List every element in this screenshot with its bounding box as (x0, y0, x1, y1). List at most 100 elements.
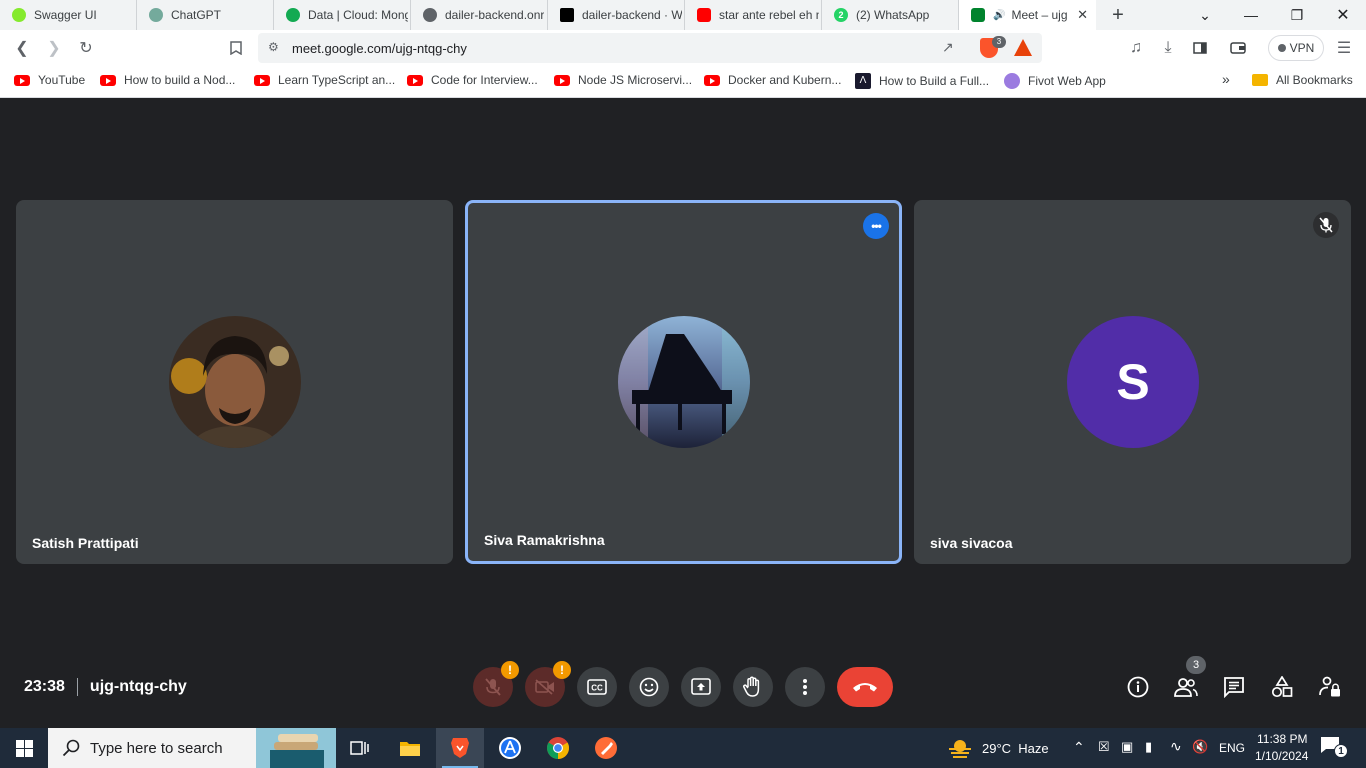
more-options-icon[interactable]: ••• (863, 213, 889, 239)
bookmark-typescript[interactable]: Learn TypeScript an... (254, 73, 395, 87)
clock-date[interactable]: 1/10/2024 (1255, 749, 1308, 763)
bookmark-fivot[interactable]: Fivot Web App (1004, 73, 1106, 89)
url-text[interactable]: meet.google.com/ujg-ntqg-chy (292, 41, 467, 56)
more-options-button[interactable] (785, 667, 825, 707)
address-bar[interactable]: ⚙ meet.google.com/ujg-ntqg-chy ↗ 3 (258, 33, 1042, 63)
captions-button[interactable]: CC (577, 667, 617, 707)
tab-search-icon[interactable]: ⌄ (1182, 0, 1228, 30)
forward-icon[interactable]: ❯ (42, 36, 66, 60)
task-view-button[interactable] (336, 728, 384, 768)
youtube-icon (697, 8, 711, 22)
bookmark-build-full[interactable]: Λ How to Build a Full... (855, 73, 989, 89)
weather-widget[interactable]: 29°C Haze (948, 728, 1049, 768)
file-explorer-app[interactable] (386, 728, 434, 768)
tab-mongodb[interactable]: Data | Cloud: Mong (274, 0, 411, 30)
meeting-details-button[interactable] (1125, 674, 1151, 700)
search-icon (62, 739, 80, 757)
bookmarks-bar: YouTube How to build a Nod... Learn Type… (0, 66, 1366, 98)
tab-chatgpt[interactable]: ChatGPT (137, 0, 274, 30)
closed-captions-icon: CC (587, 679, 607, 695)
host-controls-button[interactable] (1317, 674, 1343, 700)
clock-time[interactable]: 11:38 PM (1257, 732, 1307, 746)
participant-name: siva sivacoa (930, 535, 1013, 551)
show-hidden-icons[interactable]: ⌃ (1073, 739, 1085, 756)
haze-icon (949, 740, 971, 758)
microphone-button[interactable]: ! (473, 661, 519, 707)
camera-button[interactable]: ! (525, 661, 571, 707)
meeting-details: 23:38 ujg-ntqg-chy (24, 678, 187, 696)
participant-tile-satish[interactable]: Satish Prattipati (16, 200, 453, 564)
close-tab-icon[interactable]: ✕ (1077, 7, 1088, 23)
downloads-icon[interactable]: ⤓ (1156, 36, 1180, 60)
close-window-icon[interactable]: ✕ (1320, 0, 1366, 30)
emoji-icon (639, 677, 659, 697)
people-button[interactable] (1173, 674, 1199, 700)
postman-app[interactable] (582, 728, 630, 768)
back-icon[interactable]: ❮ (10, 36, 34, 60)
tab-swagger[interactable]: Swagger UI (0, 0, 137, 30)
wallet-icon[interactable] (1226, 36, 1250, 60)
bookmark-youtube[interactable]: YouTube (14, 73, 85, 87)
bookmark-label: YouTube (38, 73, 86, 87)
brave-browser-app[interactable] (436, 728, 484, 768)
chat-button[interactable] (1221, 674, 1247, 700)
tab-dailer-render[interactable]: dailer-backend · W (548, 0, 685, 30)
wifi-icon[interactable]: ∿ (1170, 738, 1182, 755)
youtube-icon (704, 74, 720, 86)
bookmark-icon[interactable] (224, 36, 248, 60)
chrome-app[interactable] (534, 728, 582, 768)
bookmark-code-interview[interactable]: Code for Interview... (407, 73, 538, 87)
new-tab-button[interactable]: + (1096, 4, 1140, 27)
meet-now-icon[interactable]: ☒ (1098, 739, 1110, 755)
leave-call-button[interactable] (837, 667, 893, 707)
bookmark-node-microservices[interactable]: Node JS Microservi... (554, 73, 692, 87)
participant-name: Satish Prattipati (32, 535, 139, 551)
brave-rewards-icon[interactable] (1014, 39, 1032, 56)
participant-tile-siva-sivacoa[interactable]: S siva sivacoa (914, 200, 1351, 564)
vpn-button[interactable]: VPN (1268, 35, 1324, 61)
sidebar-icon[interactable] (1188, 36, 1212, 60)
bookmark-label: Code for Interview... (431, 73, 538, 87)
all-bookmarks-button[interactable]: All Bookmarks (1252, 73, 1353, 87)
search-placeholder: Type here to search (90, 739, 223, 757)
bookmark-docker[interactable]: Docker and Kubern... (704, 73, 841, 87)
more-vert-icon (803, 679, 807, 695)
tab-google-meet[interactable]: 🔊 Meet – ujg ✕ (959, 0, 1096, 30)
tab-dailer-onrender[interactable]: dailer-backend.onr (411, 0, 548, 30)
warning-badge: ! (501, 661, 519, 679)
activities-button[interactable] (1269, 674, 1295, 700)
navigation-bar: ❮ ❯ ↻ ⚙ meet.google.com/ujg-ntqg-chy ↗ 3… (0, 30, 1366, 66)
minimize-icon[interactable]: — (1228, 0, 1274, 30)
site-settings-icon[interactable]: ⚙ (268, 40, 279, 54)
raise-hand-button[interactable] (733, 667, 773, 707)
share-icon[interactable]: ↗ (942, 39, 954, 56)
tab-whatsapp[interactable]: 2 (2) WhatsApp (822, 0, 959, 30)
folder-icon (400, 742, 420, 756)
start-button[interactable] (0, 728, 48, 768)
menu-icon[interactable]: ☰ (1332, 36, 1356, 60)
present-screen-button[interactable] (681, 667, 721, 707)
app-store-app[interactable] (486, 728, 534, 768)
language-indicator[interactable]: ENG (1219, 741, 1245, 755)
windows-taskbar: Type here to search 29°C Haze ⌃ ☒ ▣ ▮ ∿ … (0, 728, 1366, 768)
avatar-initial: S (1116, 354, 1150, 410)
notifications-button[interactable]: 1 (1320, 736, 1348, 760)
bookmarks-overflow-icon[interactable]: » (1222, 71, 1230, 87)
bookmark-node-build[interactable]: How to build a Nod... (100, 73, 235, 87)
taskbar-search-box[interactable]: Type here to search (48, 728, 336, 768)
reactions-button[interactable] (629, 667, 669, 707)
swagger-icon (12, 8, 26, 22)
whatsapp-icon: 2 (834, 8, 848, 22)
youtube-icon (100, 74, 116, 86)
app-icon (499, 737, 521, 759)
reload-icon[interactable]: ↻ (74, 36, 98, 60)
restore-icon[interactable]: ❐ (1274, 0, 1320, 30)
screen-capture-icon[interactable]: ▣ (1121, 739, 1133, 755)
battery-icon[interactable]: ▮ (1145, 739, 1152, 755)
tab-youtube[interactable]: star ante rebel eh n (685, 0, 822, 30)
shields-count-badge: 3 (992, 36, 1006, 48)
volume-muted-icon[interactable]: 🔇 (1192, 739, 1208, 755)
speaker-icon[interactable]: 🔊 (993, 10, 1005, 21)
participant-tile-siva-ramakrishna[interactable]: ••• Siva Ramakrishna (465, 200, 902, 564)
media-icon[interactable]: ♫ (1124, 36, 1148, 60)
